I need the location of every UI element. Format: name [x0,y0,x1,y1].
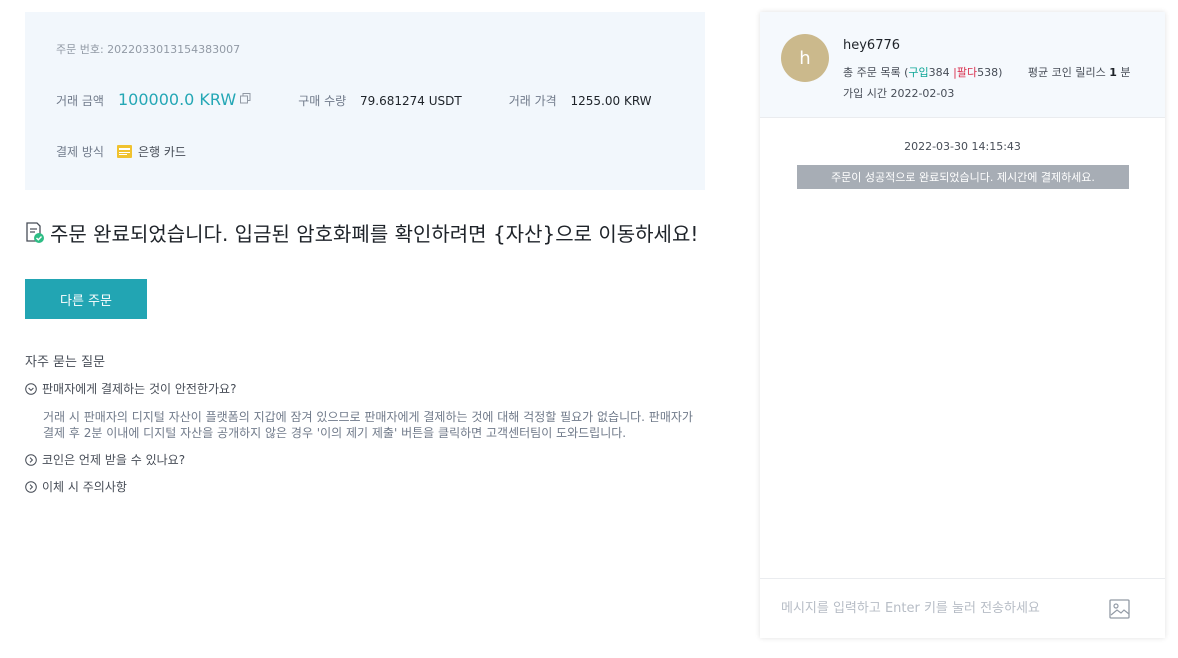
copy-icon[interactable] [240,93,251,104]
quantity-value: 79.681274 USDT [360,94,462,108]
message-timestamp: 2022-03-30 14:15:43 [904,140,1021,153]
payment-method-value: 은행 카드 [137,145,186,159]
price-value: 1255.00 KRW [570,94,652,108]
faq-question-3[interactable]: 이체 시 주의사항 [25,478,705,495]
order-summary-box: 주문 번호: 2022033013154383007 거래 금액 100000.… [25,12,705,190]
chevron-down-icon [25,382,37,395]
completion-text: 주문 완료되었습니다. 입금된 암호화폐를 확인하려면 {자산}으로 이동하세요… [50,222,699,246]
system-message: 주문이 성공적으로 완료되었습니다. 제시간에 결제하세요. [797,165,1129,189]
order-number: 주문 번호: 2022033013154383007 [56,43,241,56]
counterparty-username[interactable]: hey6776 [843,38,900,53]
faq-question-3-text: 이체 시 주의사항 [42,480,127,494]
quantity-label: 구매 수량 [298,94,347,108]
bank-card-icon [116,145,132,158]
order-details-row: 거래 금액 100000.0 KRW 구매 수량 79.681274 USDT … [56,90,652,109]
faq-answer-1: 거래 시 판매자의 디지털 자산이 플랫폼의 지갑에 잠겨 있으므로 판매자에게… [43,410,693,440]
counterparty-stats: 총 주문 목록 (구입384 |팔다538) 평균 코인 릴리스 1 분 [843,64,1131,80]
chat-panel: h hey6776 총 주문 목록 (구입384 |팔다538) 평균 코인 릴… [760,12,1165,638]
avg-release-value: 1 [1109,66,1117,79]
faq-question-2-text: 코인은 언제 받을 수 있나요? [42,453,186,467]
sell-label: 팔다 [956,66,978,79]
faq-question-1[interactable]: 판매자에게 결제하는 것이 안전한가요? [25,380,705,397]
chevron-right-icon [25,453,37,466]
buy-count: 384 [928,66,950,79]
amount-label: 거래 금액 [56,94,104,108]
orders-separator: | [949,66,957,79]
chat-input-bar [760,578,1165,638]
join-date: 가입 시간 2022-02-03 [843,87,955,100]
sell-count: 538 [977,66,999,79]
orders-suffix: ) [998,66,1003,79]
order-panel: 주문 번호: 2022033013154383007 거래 금액 100000.… [25,12,705,495]
counterparty-header: h hey6776 총 주문 목록 (구입384 |팔다538) 평균 코인 릴… [760,12,1165,118]
price-group: 거래 가격 1255.00 KRW [509,92,652,109]
order-complete-icon [25,222,45,244]
avg-release-label: 평균 코인 릴리스 [1027,66,1106,79]
buy-label: 구입 [908,66,929,79]
completion-message: 주문 완료되었습니다. 입금된 암호화폐를 확인하려면 {자산}으로 이동하세요… [25,220,710,249]
chevron-right-icon [25,480,37,493]
faq-title: 자주 묻는 질문 [25,355,106,370]
payment-method-row: 결제 방식 은행 카드 [56,143,186,160]
price-label: 거래 가격 [508,94,557,108]
image-upload-icon[interactable] [1109,598,1131,619]
amount-value: 100000.0 KRW [117,90,237,109]
avatar: h [781,34,829,82]
faq-question-2[interactable]: 코인은 언제 받을 수 있나요? [25,451,705,468]
orders-prefix: 총 주문 목록 ( [843,66,909,79]
avg-release: 평균 코인 릴리스 1 분 [1028,66,1131,79]
faq-question-1-text: 판매자에게 결제하는 것이 안전한가요? [42,382,237,396]
quantity-group: 구매 수량 79.681274 USDT [298,92,462,109]
payment-method-label: 결제 방식 [56,145,104,159]
other-order-button[interactable]: 다른 주문 [25,279,147,319]
message-input[interactable] [781,601,1071,616]
chat-messages[interactable]: 2022-03-30 14:15:43 주문이 성공적으로 완료되었습니다. 제… [760,118,1165,578]
avg-release-unit: 분 [1120,66,1131,79]
